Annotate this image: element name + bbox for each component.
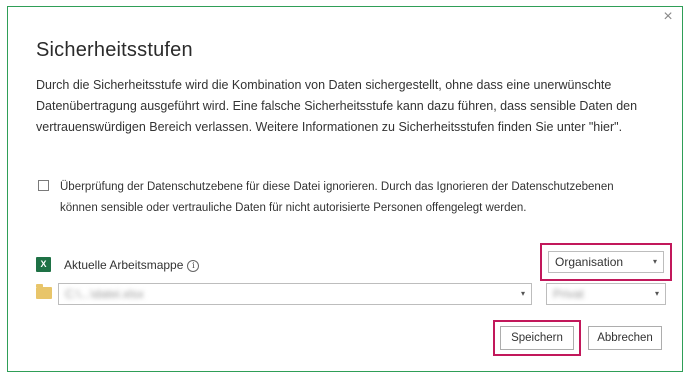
source-row-file: C:\...\datei.xlsx ▾ Privat ▾ bbox=[36, 283, 666, 305]
selected-level: Organisation bbox=[555, 255, 624, 269]
save-button[interactable]: Speichern bbox=[500, 326, 574, 350]
chevron-down-icon: ▾ bbox=[520, 289, 525, 298]
description-text-end: ". bbox=[614, 120, 623, 134]
privacy-level-select-file[interactable]: Privat ▾ bbox=[546, 283, 666, 305]
excel-icon: X bbox=[36, 257, 51, 272]
source-name: Aktuelle Arbeitsmappe bbox=[64, 258, 184, 272]
selected-level: Privat bbox=[553, 287, 584, 301]
source-path-value: C:\...\datei.xlsx bbox=[65, 287, 144, 301]
dialog-title: Sicherheitsstufen bbox=[36, 39, 193, 61]
chevron-down-icon: ▾ bbox=[654, 289, 659, 298]
chevron-down-icon: ▾ bbox=[652, 257, 657, 266]
folder-icon bbox=[36, 284, 52, 299]
cancel-button[interactable]: Abbrechen bbox=[588, 326, 662, 350]
source-row-current-workbook: X Aktuelle Arbeitsmappe i Organisation ▾ bbox=[36, 243, 672, 281]
ignore-privacy-checkbox[interactable] bbox=[38, 180, 49, 191]
source-path-select[interactable]: C:\...\datei.xlsx ▾ bbox=[58, 283, 532, 305]
more-info-link[interactable]: hier bbox=[593, 120, 614, 134]
dialog-description: Durch die Sicherheitsstufe wird die Komb… bbox=[36, 75, 656, 138]
privacy-level-select-workbook[interactable]: Organisation ▾ bbox=[548, 251, 664, 273]
close-icon[interactable]: × bbox=[660, 9, 676, 25]
privacy-levels-dialog: × Sicherheitsstufen Durch die Sicherheit… bbox=[7, 6, 683, 372]
source-label: Aktuelle Arbeitsmappe i bbox=[64, 258, 200, 272]
ignore-privacy-label: Überprüfung der Datenschutzebene für die… bbox=[60, 181, 614, 214]
info-icon[interactable]: i bbox=[187, 259, 200, 272]
description-text: Durch die Sicherheitsstufe wird die Komb… bbox=[36, 78, 638, 134]
